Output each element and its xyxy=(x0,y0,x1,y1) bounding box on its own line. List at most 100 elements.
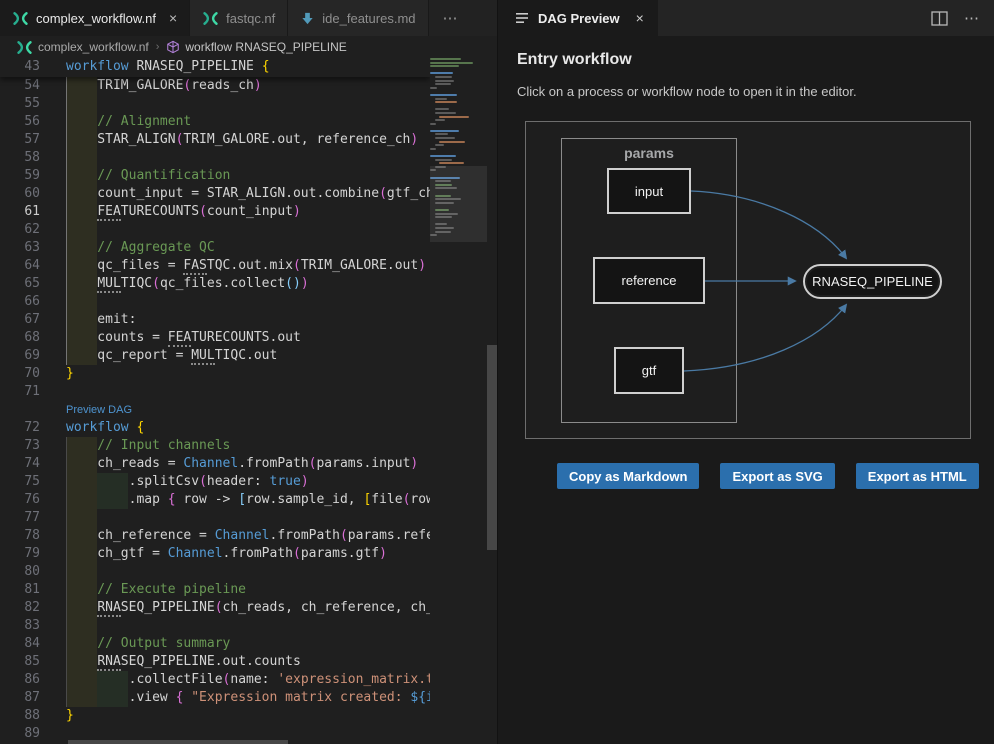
code-line: 68 counts = FEATURECOUNTS.out xyxy=(0,329,430,347)
dag-node-label: RNASEQ_PIPELINE xyxy=(812,274,933,289)
dag-node-reference[interactable]: reference xyxy=(593,257,705,304)
horizontal-scrollbar[interactable] xyxy=(68,740,288,744)
dag-cluster-label: params xyxy=(562,145,736,161)
more-actions-icon[interactable]: ⋯ xyxy=(964,9,980,27)
minimap-slider[interactable] xyxy=(430,166,487,242)
line-number: 81 xyxy=(0,581,40,599)
line-number: 72 xyxy=(0,419,40,437)
code-line: 87 .view { "Expression matrix created: $… xyxy=(0,689,430,707)
export-as-svg-button[interactable]: Export as SVG xyxy=(720,463,834,489)
copy-as-markdown-button[interactable]: Copy as Markdown xyxy=(557,463,699,489)
code-line: 66 xyxy=(0,293,430,311)
tab-overflow-icon[interactable]: ⋯ xyxy=(429,0,473,36)
dag-node-label: gtf xyxy=(642,363,656,378)
tab-label: complex_workflow.nf xyxy=(36,11,156,26)
line-number: 60 xyxy=(0,185,40,203)
line-number: 67 xyxy=(0,311,40,329)
code-line: 57 STAR_ALIGN(TRIM_GALORE.out, reference… xyxy=(0,131,430,149)
panel-hint: Click on a process or workflow node to o… xyxy=(517,84,857,99)
dag-preview-panel: DAG Preview × ⋯ Entry workflow Click on … xyxy=(497,0,994,744)
breadcrumb-symbol[interactable]: workflow RNASEQ_PIPELINE xyxy=(185,40,346,54)
line-number: 85 xyxy=(0,653,40,671)
close-icon[interactable]: × xyxy=(169,10,177,26)
code-line: 59 // Quantification xyxy=(0,167,430,185)
nextflow-file-icon xyxy=(202,11,219,26)
line-number: 80 xyxy=(0,563,40,581)
tab-fastqc-nf[interactable]: fastqc.nf xyxy=(190,0,288,36)
line-number: 82 xyxy=(0,599,40,617)
vertical-scrollbar[interactable] xyxy=(487,345,497,550)
panel-heading: Entry workflow xyxy=(517,51,632,69)
code-line: 84 // Output summary xyxy=(0,635,430,653)
panel-body: Entry workflow Click on a process or wor… xyxy=(498,36,994,744)
dag-node-input[interactable]: input xyxy=(607,168,691,214)
line-number: 87 xyxy=(0,689,40,707)
code-line: 80 xyxy=(0,563,430,581)
symbol-workflow-icon xyxy=(166,40,180,54)
code-line: 69 qc_report = MULTIQC.out xyxy=(0,347,430,365)
line-number: 86 xyxy=(0,671,40,689)
editor-tabbar: complex_workflow.nf × fastqc.nf ide_feature… xyxy=(0,0,497,36)
code-line: 67 emit: xyxy=(0,311,430,329)
tab-label: ide_features.md xyxy=(322,11,415,26)
tab-ide-features-md[interactable]: ide_features.md xyxy=(288,0,428,36)
breadcrumb-file[interactable]: complex_workflow.nf xyxy=(38,40,149,54)
sticky-scroll-line[interactable]: 43workflow RNASEQ_PIPELINE { xyxy=(0,58,430,77)
code-line: 88} xyxy=(0,707,430,725)
line-number: 66 xyxy=(0,293,40,311)
editor-group: complex_workflow.nf × fastqc.nf ide_feature… xyxy=(0,0,497,744)
code-line: 60 count_input = STAR_ALIGN.out.combine(… xyxy=(0,185,430,203)
vscode-window: complex_workflow.nf × fastqc.nf ide_feature… xyxy=(0,0,994,744)
line-number: 43 xyxy=(0,58,40,76)
code-line: 70} xyxy=(0,365,430,383)
nextflow-file-icon xyxy=(16,40,33,55)
code-line: 81 // Execute pipeline xyxy=(0,581,430,599)
code-line: 71 xyxy=(0,383,430,401)
line-number: 59 xyxy=(0,167,40,185)
code-line: 79 ch_gtf = Channel.fromPath(params.gtf) xyxy=(0,545,430,563)
close-icon[interactable]: × xyxy=(636,10,644,26)
code-editor[interactable]: 43workflow RNASEQ_PIPELINE { 54 TRIM_GAL… xyxy=(0,58,497,744)
line-number: 62 xyxy=(0,221,40,239)
line-number: 58 xyxy=(0,149,40,167)
code-line: 85 RNASEQ_PIPELINE.out.counts xyxy=(0,653,430,671)
codelens-preview-dag[interactable]: Preview DAG xyxy=(0,401,430,419)
tab-label: fastqc.nf xyxy=(226,11,275,26)
code-line: 65 MULTIQC(qc_files.collect()) xyxy=(0,275,430,293)
line-number: 57 xyxy=(0,131,40,149)
line-number: 70 xyxy=(0,365,40,383)
breadcrumb[interactable]: complex_workflow.nf › workflow RNASEQ_PI… xyxy=(0,36,497,58)
line-number: 76 xyxy=(0,491,40,509)
code-line: 58 xyxy=(0,149,430,167)
line-number: 68 xyxy=(0,329,40,347)
minimap[interactable] xyxy=(430,58,487,744)
line-number: 78 xyxy=(0,527,40,545)
dag-node-rnaseq-pipeline[interactable]: RNASEQ_PIPELINE xyxy=(803,264,942,299)
tab-dag-preview[interactable]: DAG Preview × xyxy=(498,0,658,36)
line-number: 88 xyxy=(0,707,40,725)
line-number: 71 xyxy=(0,383,40,401)
line-number: 74 xyxy=(0,455,40,473)
line-number: 75 xyxy=(0,473,40,491)
export-as-html-button[interactable]: Export as HTML xyxy=(856,463,979,489)
dag-node-gtf[interactable]: gtf xyxy=(614,347,684,394)
dag-node-label: reference xyxy=(622,273,677,288)
line-number: 84 xyxy=(0,635,40,653)
line-number: 89 xyxy=(0,725,40,743)
code-line: 64 qc_files = FASTQC.out.mix(TRIM_GALORE… xyxy=(0,257,430,275)
code-line: 43workflow RNASEQ_PIPELINE { xyxy=(0,58,430,77)
code-line: 55 xyxy=(0,95,430,113)
tab-complex-workflow-nf[interactable]: complex_workflow.nf × xyxy=(0,0,190,36)
line-number: 77 xyxy=(0,509,40,527)
code-line: 83 xyxy=(0,617,430,635)
line-number: 55 xyxy=(0,95,40,113)
line-number: 79 xyxy=(0,545,40,563)
dag-container: params input reference g xyxy=(525,121,971,439)
split-editor-icon[interactable] xyxy=(931,11,948,26)
export-buttons: Copy as Markdown Export as SVG Export as… xyxy=(557,463,979,489)
markdown-down-arrow-icon xyxy=(300,11,315,26)
dag-node-label: input xyxy=(635,184,663,199)
code-line: 63 // Aggregate QC xyxy=(0,239,430,257)
line-number: 63 xyxy=(0,239,40,257)
code-line: 78 ch_reference = Channel.fromPath(param… xyxy=(0,527,430,545)
